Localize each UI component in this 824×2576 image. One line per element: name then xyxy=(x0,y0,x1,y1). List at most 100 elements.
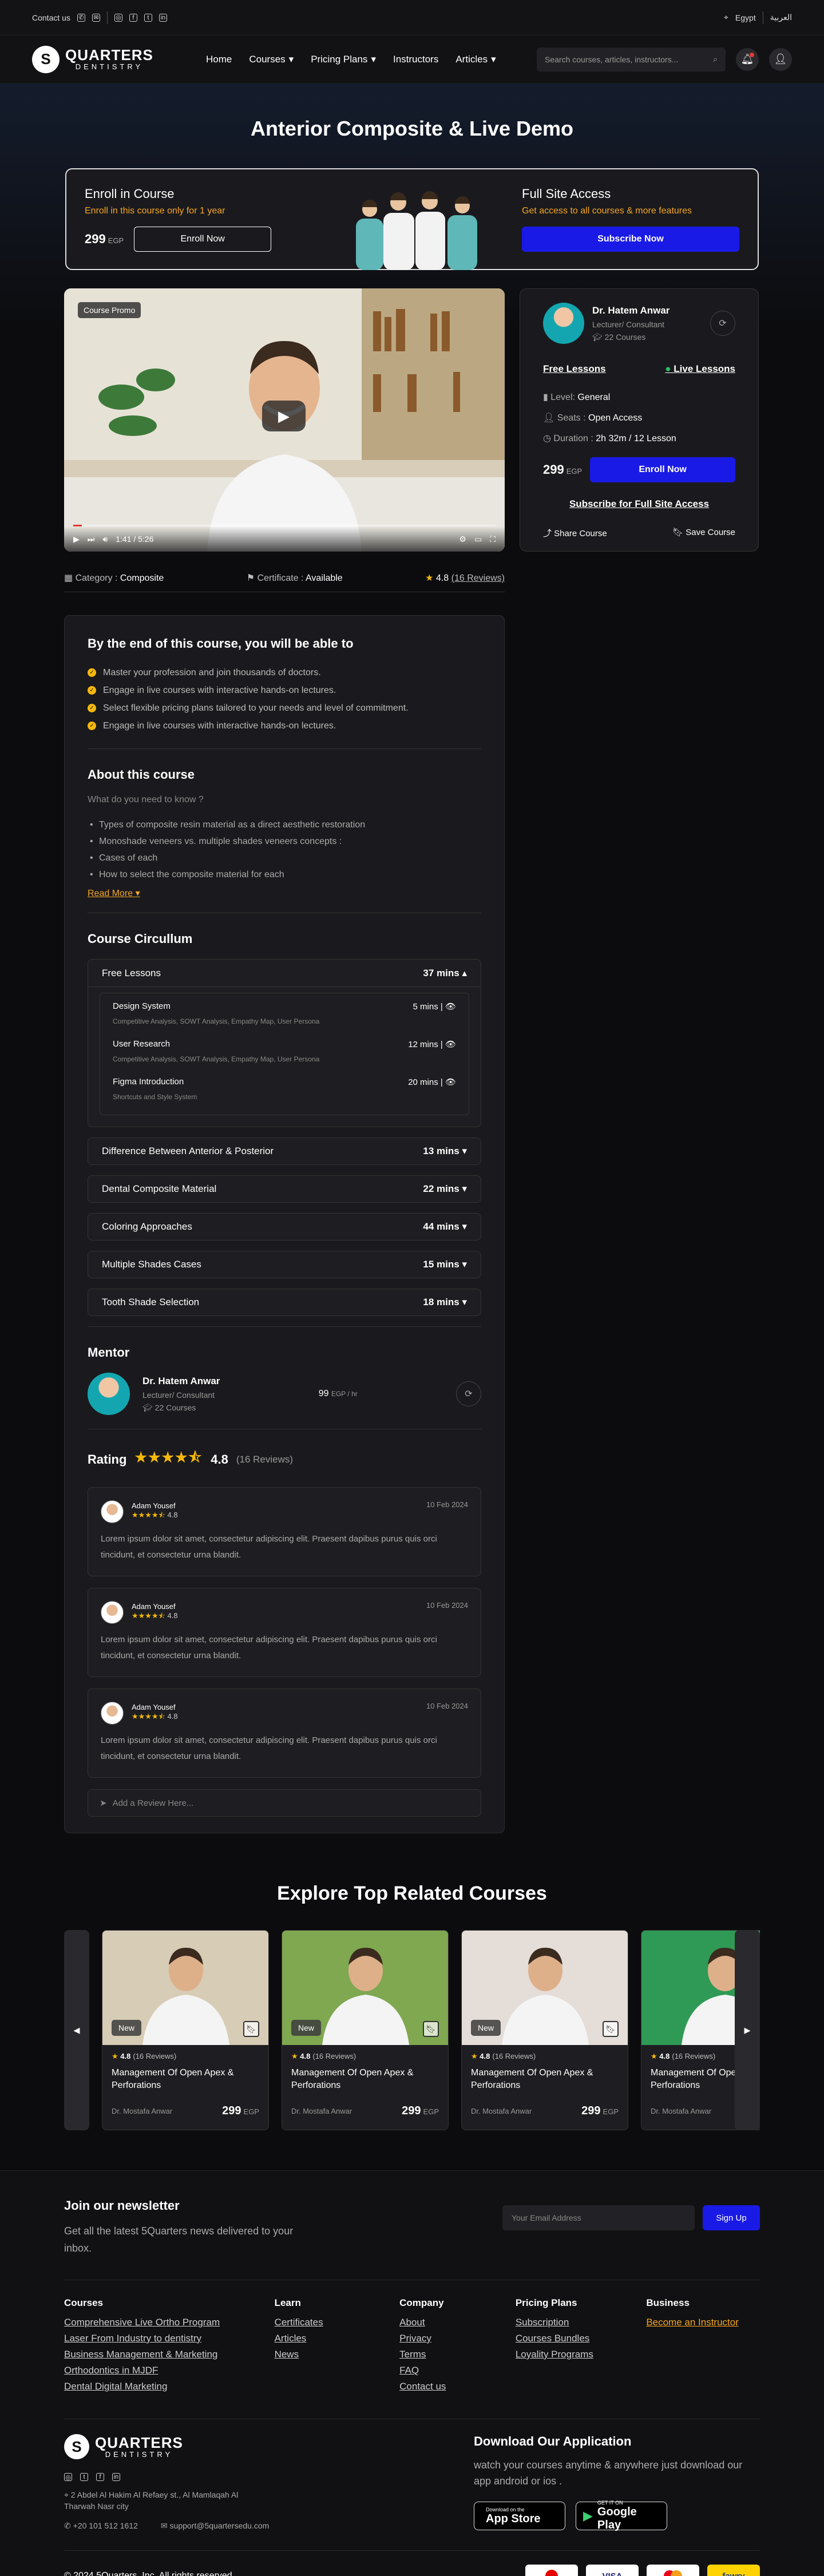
twitter-icon[interactable]: t xyxy=(80,2473,88,2481)
add-review-input[interactable]: ➤ Add a Review Here... xyxy=(88,1789,481,1817)
google-play-button[interactable]: ▶ GET IT ON Google Play xyxy=(576,2500,667,2531)
side-enroll-button[interactable]: Enroll Now xyxy=(590,457,735,482)
subscribe-now-button[interactable]: Subscribe Now xyxy=(522,227,739,252)
about-title: About this course xyxy=(88,767,195,782)
lesson-item[interactable]: User Research 12 mins | 👁︎ Competitive Ana… xyxy=(113,1039,456,1063)
footer-link[interactable]: About xyxy=(399,2315,516,2331)
phone-icon[interactable]: ✆ xyxy=(77,13,85,22)
enroll-now-button[interactable]: Enroll Now xyxy=(134,227,272,252)
course-title[interactable]: Management Of Open Apex & Perforations xyxy=(291,2067,439,2092)
bookmark-icon[interactable]: 🔖︎ xyxy=(603,2021,619,2037)
search-icon[interactable]: ⌕ xyxy=(713,54,718,64)
twitter-icon[interactable]: t xyxy=(144,13,152,22)
bookmark-icon[interactable]: 🔖︎ xyxy=(243,2021,259,2037)
linkedin-icon[interactable]: in xyxy=(159,13,167,22)
play-icon[interactable]: ▶ xyxy=(73,534,80,544)
next-icon[interactable]: ⏭ xyxy=(88,534,95,544)
course-card[interactable]: New 🔖︎ ★ 4.8 (16 Reviews) Management Of Open… xyxy=(461,1930,628,2130)
footer-link[interactable]: Terms xyxy=(399,2347,516,2363)
footer-link[interactable]: Articles xyxy=(275,2331,400,2347)
read-more-link[interactable]: Read More ▾ xyxy=(88,887,140,899)
eye-icon[interactable]: | 👁︎ xyxy=(438,1002,456,1012)
free-lessons-link[interactable]: Free Lessons xyxy=(543,363,606,375)
nav-articles[interactable]: Articles ▾ xyxy=(455,54,496,65)
nav-home[interactable]: Home xyxy=(206,54,232,65)
facebook-icon[interactable]: f xyxy=(96,2473,104,2481)
mentor-avatar[interactable] xyxy=(88,1373,130,1415)
reviews-link[interactable]: (16 Reviews) xyxy=(451,573,505,583)
nav-courses[interactable]: Courses ▾ xyxy=(249,54,294,65)
stars-icon: ★★★★⯪ xyxy=(132,1510,168,1519)
lesson-item[interactable]: Figma Introduction 20 mins | 👁︎ Shortcuts … xyxy=(113,1077,456,1101)
rating-meta[interactable]: ★ 4.8 (16 Reviews) xyxy=(425,572,505,584)
mentor-link-button[interactable]: ⟳ xyxy=(456,1381,481,1406)
eye-icon[interactable]: | 👁︎ xyxy=(438,1077,456,1087)
instagram-icon[interactable]: ◎ xyxy=(64,2473,72,2481)
footer-link[interactable]: Orthodontics in MJDF xyxy=(64,2363,275,2379)
video-player[interactable]: Course Promo ▶ ▶ ⏭ 🔊︎ 1:41 / 5:26 ⚙ ▭ ⛶ xyxy=(64,288,505,552)
footer-link[interactable]: Privacy xyxy=(399,2331,516,2347)
save-course-button[interactable]: 🔖︎ Save Course xyxy=(672,527,735,539)
fullscreen-icon[interactable]: ⛶ xyxy=(490,534,496,544)
curriculum-section-header[interactable]: Difference Between Anterior & Posterior 1… xyxy=(88,1138,481,1165)
mail-icon[interactable]: ✉ xyxy=(92,13,100,22)
linkedin-icon[interactable]: in xyxy=(112,2473,120,2481)
play-icon[interactable]: ▶ xyxy=(262,401,306,431)
footer-link[interactable]: Dental Digital Marketing xyxy=(64,2379,275,2395)
logo[interactable]: S QUARTERS DENTISTRY xyxy=(32,45,187,73)
footer-logo[interactable]: S QUARTERS DENTISTRY xyxy=(64,2434,219,2459)
instructor-avatar[interactable] xyxy=(543,303,584,344)
curriculum-section-header[interactable]: Coloring Approaches 44 mins ▾ xyxy=(88,1213,481,1241)
footer-link[interactable]: News xyxy=(275,2347,400,2363)
notification-button[interactable]: 🔔︎ xyxy=(736,47,759,71)
footer-link[interactable]: Contact us xyxy=(399,2379,516,2395)
curriculum-section-header[interactable]: Dental Composite Material 22 mins ▾ xyxy=(88,1175,481,1203)
sign-up-button[interactable]: Sign Up xyxy=(703,2205,760,2230)
course-title[interactable]: Management Of Open Apex & Perforations xyxy=(112,2067,259,2092)
footer-link[interactable]: Subscription xyxy=(516,2315,647,2331)
email-link[interactable]: ✉ support@5quartersedu.com xyxy=(161,2521,269,2531)
nav-pricing[interactable]: Pricing Plans ▾ xyxy=(311,54,376,65)
footer-link[interactable]: Courses Bundles xyxy=(516,2331,647,2347)
lesson-item[interactable]: Design System 5 mins | 👁︎ Competitive Anal… xyxy=(113,1001,456,1025)
live-lessons-link[interactable]: ● Live Lessons xyxy=(665,363,735,375)
curriculum-section-header[interactable]: Free Lessons 37 mins ▴ xyxy=(88,960,481,987)
course-card[interactable]: New 🔖︎ ★ 4.8 (16 Reviews) Management Of Open… xyxy=(282,1930,449,2130)
footer-link[interactable]: FAQ xyxy=(399,2363,516,2379)
mentor-name[interactable]: Dr. Hatem Anwar xyxy=(142,1376,220,1387)
search-input[interactable]: Search courses, articles, instructors...… xyxy=(537,47,726,72)
instructor-link-button[interactable]: ⟳ xyxy=(710,311,735,336)
course-card[interactable]: New 🔖︎ ★ 4.8 (16 Reviews) Management Of Open… xyxy=(102,1930,269,2130)
carousel-next-button[interactable]: ▸ xyxy=(735,1930,760,2130)
carousel-prev-button[interactable]: ◂ xyxy=(64,1930,89,2130)
settings-icon[interactable]: ⚙ xyxy=(459,534,466,544)
curriculum-section-header[interactable]: Tooth Shade Selection 18 mins ▾ xyxy=(88,1289,481,1316)
footer-link[interactable]: Loyality Programs xyxy=(516,2347,647,2363)
pip-icon[interactable]: ▭ xyxy=(474,534,482,544)
volume-icon[interactable]: 🔊︎ xyxy=(102,534,108,544)
footer-link[interactable]: Certificates xyxy=(275,2315,400,2331)
course-title[interactable]: Management Of Open Apex & Perforations xyxy=(471,2067,619,2092)
instagram-icon[interactable]: ◎ xyxy=(114,13,122,22)
bookmark-icon[interactable]: 🔖︎ xyxy=(423,2021,439,2037)
country-selector[interactable]: Egypt xyxy=(735,13,756,22)
footer-link[interactable]: Business Management & Marketing xyxy=(64,2347,275,2363)
eye-icon[interactable]: | 👁︎ xyxy=(438,1040,456,1049)
review-date: 10 Feb 2024 xyxy=(426,1702,468,1710)
language-switch[interactable]: العربية xyxy=(770,13,792,22)
curriculum-section-header[interactable]: Multiple Shades Cases 15 mins ▾ xyxy=(88,1251,481,1278)
footer-link[interactable]: Laser From Industry to dentistry xyxy=(64,2331,275,2347)
instructor-name[interactable]: Dr. Hatem Anwar xyxy=(592,305,670,316)
footer-link[interactable]: Become an Instructor xyxy=(646,2315,760,2331)
mentor-price-value: 99 xyxy=(318,1389,329,1398)
app-store-button[interactable]: Download on the App Store xyxy=(474,2502,565,2530)
share-course-button[interactable]: ⤴ Share Course xyxy=(543,527,607,539)
nav-instructors[interactable]: Instructors xyxy=(393,54,438,65)
footer-link[interactable]: Comprehensive Live Ortho Program xyxy=(64,2315,275,2331)
email-field[interactable]: Your Email Address xyxy=(502,2205,695,2230)
contact-label[interactable]: Contact us xyxy=(32,13,70,22)
profile-button[interactable]: 👤︎ xyxy=(769,47,792,71)
facebook-icon[interactable]: f xyxy=(129,13,137,22)
phone-link[interactable]: ✆ +20 101 512 1612 xyxy=(64,2521,138,2531)
subscribe-full-access-link[interactable]: Subscribe for Full Site Access xyxy=(543,498,735,510)
